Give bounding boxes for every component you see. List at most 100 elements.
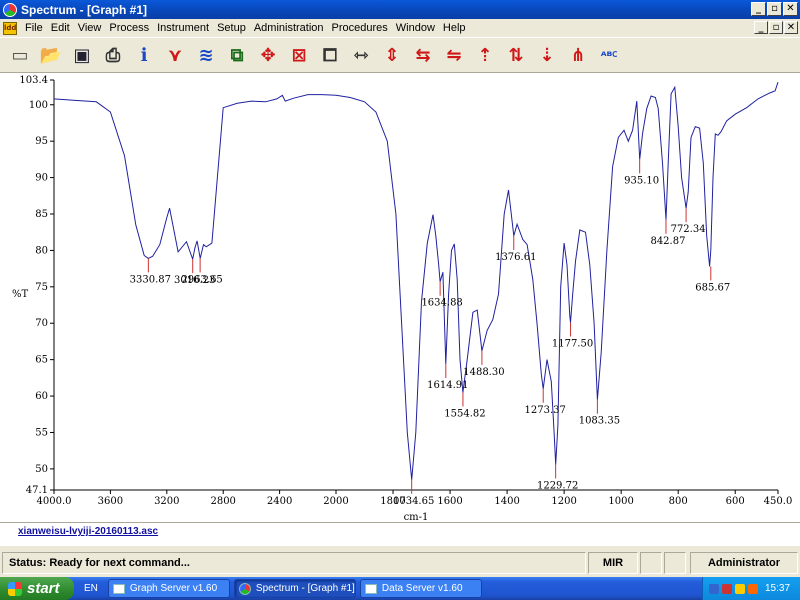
scale-both-icon[interactable]: ⇅: [502, 41, 530, 69]
start-label: start: [27, 580, 60, 597]
x-tick-label: 1400: [494, 496, 519, 507]
start-button[interactable]: start: [0, 577, 74, 600]
status-cell-empty: [664, 552, 686, 574]
taskbar: start EN Graph Server v1.60 Spectrum - […: [0, 577, 800, 600]
doc-minimize-button[interactable]: _: [754, 21, 768, 34]
expand-horizontal-icon[interactable]: ⇆: [409, 41, 437, 69]
window-controls: _ ▫ ✕: [751, 2, 798, 16]
task-data-server[interactable]: Data Server v1.60: [359, 579, 482, 598]
delete-spectrum-icon[interactable]: ⋎: [161, 41, 189, 69]
print-icon[interactable]: ⎙: [99, 41, 127, 69]
spectrum-chart[interactable]: 103.4 100 95 90 85 80 75 70 65 60 55 50 47.14000.0 36…: [0, 73, 800, 522]
menu-process[interactable]: Process: [105, 22, 153, 34]
x-tick-label: 2000: [323, 496, 348, 507]
peak-label: 1488.30: [463, 367, 504, 378]
x-tick-label: 2400: [267, 496, 292, 507]
x-tick-label: 1200: [551, 496, 576, 507]
x-tick-label: 3600: [98, 496, 123, 507]
window-icon: [112, 583, 125, 594]
move-icon[interactable]: ✥: [254, 41, 282, 69]
spectrum-app-icon: [238, 582, 251, 595]
menu-edit[interactable]: Edit: [47, 22, 74, 34]
y-tick-label: 80: [35, 245, 48, 256]
new-icon[interactable]: ▭: [6, 41, 34, 69]
peak-label: 1177.50: [552, 339, 593, 350]
menu-bar: ldd File Edit View Process Instrument Se…: [0, 19, 800, 37]
peak-label: 1734.65: [393, 496, 434, 507]
menu-help[interactable]: Help: [439, 22, 470, 34]
language-indicator[interactable]: EN: [84, 583, 98, 594]
network-icon[interactable]: [709, 583, 719, 594]
select-region-icon[interactable]: ⧉: [223, 41, 251, 69]
task-label: Graph Server v1.60: [129, 583, 218, 594]
y-tick-label: 55: [35, 427, 48, 438]
menu-administration[interactable]: Administration: [250, 22, 328, 34]
user-indicator: Administrator: [690, 552, 798, 574]
security-icon[interactable]: [722, 583, 732, 594]
y-tick-label: 47.1: [26, 485, 48, 496]
peak-label: 1273.37: [525, 405, 566, 416]
expand-vertical-icon[interactable]: ⇕: [378, 41, 406, 69]
open-folder-icon[interactable]: 📂: [37, 41, 65, 69]
peak-label: 1614.91: [427, 380, 468, 391]
info-icon[interactable]: ℹ: [130, 41, 158, 69]
task-label: Data Server v1.60: [381, 583, 463, 594]
mode-indicator: MIR: [588, 552, 638, 574]
x-tick-label: 800: [669, 496, 688, 507]
window-title: Spectrum - [Graph #1]: [21, 2, 148, 17]
spectrum-graph[interactable]: 103.4 100 95 90 85 80 75 70 65 60 55 50 47.1 4000.0 36…: [0, 73, 800, 522]
alert-icon[interactable]: [735, 583, 745, 594]
compare-spectrum-icon[interactable]: ≋: [192, 41, 220, 69]
doc-restore-button[interactable]: ▫: [769, 21, 783, 34]
menu-file[interactable]: File: [21, 22, 47, 34]
restore-button[interactable]: ▫: [767, 2, 782, 16]
y-tick-label: 90: [35, 173, 48, 184]
shrink-horizontal-icon[interactable]: ⇋: [440, 41, 468, 69]
peak-label: 685.67: [695, 282, 730, 293]
peak-label: 1634.88: [421, 298, 462, 309]
menu-window[interactable]: Window: [392, 22, 439, 34]
peak-label: 1229.72: [537, 481, 578, 492]
menu-procedures[interactable]: Procedures: [328, 22, 392, 34]
scale-up-icon[interactable]: ⇡: [471, 41, 499, 69]
peak-label: 3330.87: [130, 274, 171, 285]
minimize-button[interactable]: _: [751, 2, 766, 16]
peak-label: 1083.35: [579, 416, 620, 427]
peak-pick-icon[interactable]: ⋔: [564, 41, 592, 69]
x-tick-label: 600: [726, 496, 745, 507]
copy-graph-icon[interactable]: ⧠: [316, 41, 344, 69]
status-message: Status: Ready for next command...: [2, 552, 586, 574]
update-icon[interactable]: [748, 583, 758, 594]
x-tick-label: 1600: [437, 496, 462, 507]
spectrum-app-icon[interactable]: [3, 2, 17, 17]
window-icon: [364, 583, 377, 594]
file-strip: xianweisu-lvyiji-20160113.asc: [0, 522, 800, 546]
peak-label: 2963.65: [181, 274, 222, 285]
windows-logo-icon: [8, 581, 22, 596]
scale-down-icon[interactable]: ⇣: [533, 41, 561, 69]
spectrum-file-link[interactable]: xianweisu-lvyiji-20160113.asc: [18, 526, 158, 537]
y-tick-label: 65: [35, 355, 48, 366]
menu-instrument[interactable]: Instrument: [153, 22, 213, 34]
task-graph-server[interactable]: Graph Server v1.60: [107, 579, 230, 598]
menu-view[interactable]: View: [74, 22, 106, 34]
zoom-horizontal-icon[interactable]: ⇿: [347, 41, 375, 69]
graph-document-icon[interactable]: ldd: [3, 21, 17, 35]
status-cell-empty: [640, 552, 662, 574]
doc-close-button[interactable]: ✕: [784, 21, 798, 34]
save-icon[interactable]: ▣: [68, 41, 96, 69]
y-tick-label: 60: [35, 391, 48, 402]
title-bar: Spectrum - [Graph #1] _ ▫ ✕: [0, 0, 800, 19]
label-peaks-icon[interactable]: ᴬᴮꟲ: [595, 41, 623, 69]
y-tick-label: 85: [35, 209, 48, 220]
clock[interactable]: 15:37: [765, 583, 790, 594]
toolbar: ▭ 📂 ▣ ⎙ ℹ ⋎ ≋ ⧉ ✥ ⊠ ⧠ ⇿ ⇕ ⇆ ⇋ ⇡ ⇅ ⇣ ⋔ ᴬᴮꟲ: [0, 37, 800, 73]
peak-label: 935.10: [624, 175, 659, 186]
task-label: Spectrum - [Graph #1]: [255, 583, 355, 594]
x-tick-label: 2800: [210, 496, 235, 507]
status-bar: Status: Ready for next command... MIR Ad…: [0, 548, 800, 576]
close-button[interactable]: ✕: [783, 2, 798, 16]
menu-setup[interactable]: Setup: [213, 22, 250, 34]
task-spectrum[interactable]: Spectrum - [Graph #1]: [233, 579, 356, 598]
clear-label-icon[interactable]: ⊠: [285, 41, 313, 69]
